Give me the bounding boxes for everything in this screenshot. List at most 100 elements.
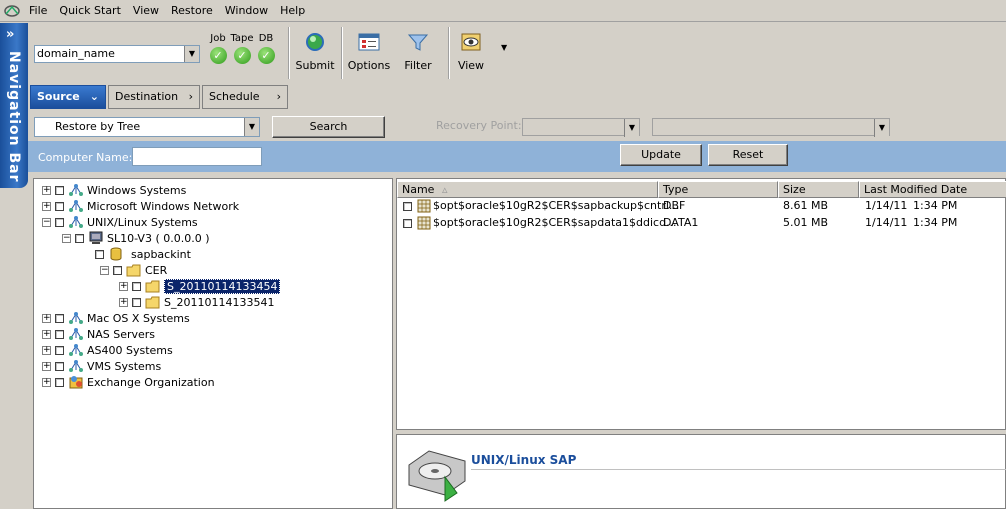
options-label: Options — [347, 59, 391, 72]
checkbox[interactable] — [132, 297, 141, 307]
column-header-type[interactable]: Type — [658, 181, 778, 198]
checkbox[interactable] — [132, 281, 141, 291]
tree-node-exchange-organization[interactable]: + Exchange Organization — [42, 374, 215, 390]
tree-node-microsoft-windows-network[interactable]: + Microsoft Windows Network — [42, 198, 239, 214]
options-button[interactable]: Options — [346, 29, 392, 75]
menu-file[interactable]: File — [23, 0, 53, 22]
tree-node-s-20110114133454[interactable]: + S_20110114133454 — [119, 278, 281, 294]
tab-destination[interactable]: Destination › — [108, 85, 200, 109]
computer-name-label: Computer Name: — [38, 151, 133, 164]
view-button[interactable]: View — [448, 29, 494, 75]
file-name: $opt$oracle$10gR2$CER$sapbackup$cntrl... — [433, 199, 680, 212]
restore-mode-select[interactable]: Restore by Tree ▼ — [34, 117, 260, 137]
expand-icon[interactable]: + — [42, 377, 51, 387]
tree-node-label: NAS Servers — [87, 327, 156, 341]
tree-node-s-20110114133541[interactable]: + S_20110114133541 — [119, 294, 274, 310]
expand-icon[interactable]: + — [119, 281, 128, 291]
checkbox[interactable] — [55, 185, 64, 195]
filter-label: Filter — [404, 59, 432, 72]
menu-view[interactable]: View — [127, 0, 165, 22]
network-icon — [68, 199, 84, 213]
tree-node-vms-systems[interactable]: + VMS Systems — [42, 358, 161, 374]
checkbox[interactable] — [55, 201, 64, 211]
tree-node-nas-servers[interactable]: + NAS Servers — [42, 326, 155, 342]
reset-button[interactable]: Reset — [708, 144, 788, 166]
table-row[interactable]: $opt$oracle$10gR2$CER$sapbackup$cntrl...… — [403, 198, 957, 214]
collapse-icon[interactable]: − — [100, 265, 109, 275]
checkbox[interactable] — [55, 377, 64, 387]
checkbox[interactable] — [55, 313, 64, 323]
expand-icon[interactable]: + — [42, 345, 51, 355]
double-chevron-icon[interactable]: » — [6, 27, 14, 42]
tree-node-label: S_20110114133541 — [164, 295, 275, 309]
view-dropdown-icon[interactable]: ▼ — [501, 43, 507, 52]
expand-icon[interactable]: + — [42, 185, 51, 195]
toolbar: domain_name ▼ Job ✓ Tape ✓ DB ✓ Submit O… — [28, 23, 1006, 83]
computer-name-input[interactable] — [132, 147, 262, 166]
checkbox[interactable] — [55, 217, 64, 227]
expand-icon[interactable]: + — [42, 201, 51, 211]
folder-icon — [145, 279, 161, 293]
job-status-label: Job — [210, 33, 226, 44]
db-status: DB ✓ — [254, 33, 278, 64]
tab-source[interactable]: Source ⌄ — [30, 85, 106, 109]
chevron-down-icon[interactable]: ▼ — [244, 118, 259, 136]
chevron-down-icon: ⌄ — [89, 90, 99, 103]
navigation-bar[interactable]: » Navigation Bar — [0, 23, 28, 188]
checkbox[interactable] — [95, 249, 104, 259]
update-button[interactable]: Update — [620, 144, 702, 166]
expand-icon[interactable]: + — [42, 361, 51, 371]
detail-title: UNIX/Linux SAP — [471, 453, 577, 467]
network-icon — [68, 311, 84, 325]
column-header-size[interactable]: Size — [778, 181, 859, 198]
tree-node-windows-systems[interactable]: + Windows Systems — [42, 182, 186, 198]
menu-window[interactable]: Window — [219, 0, 274, 22]
table-row[interactable]: $opt$oracle$10gR2$CER$sapdata1$ddicd... … — [403, 215, 957, 231]
search-button[interactable]: Search — [272, 116, 385, 138]
file-size: 5.01 MB — [783, 216, 829, 229]
filter-button[interactable]: Filter — [395, 29, 441, 75]
toolbar-separator — [288, 27, 290, 79]
domain-select[interactable]: domain_name ▼ — [34, 45, 200, 63]
expand-icon[interactable]: + — [42, 329, 51, 339]
checkbox[interactable] — [113, 265, 122, 275]
app-icon[interactable] — [3, 2, 21, 20]
menu-quick-start[interactable]: Quick Start — [53, 0, 126, 22]
chevron-right-icon: › — [188, 90, 193, 103]
submit-icon — [304, 31, 326, 53]
folder-icon — [126, 263, 142, 277]
tab-source-label: Source — [37, 90, 80, 103]
file-name: $opt$oracle$10gR2$CER$sapdata1$ddicd... — [433, 216, 677, 229]
expand-icon[interactable]: + — [119, 297, 128, 307]
submit-button[interactable]: Submit — [292, 29, 338, 75]
source-tree: + Windows Systems + Microsoft Windows Ne… — [33, 178, 393, 509]
tree-node-as400-systems[interactable]: + AS400 Systems — [42, 342, 173, 358]
menu-restore[interactable]: Restore — [165, 0, 219, 22]
checkbox[interactable] — [55, 329, 64, 339]
column-header-name[interactable]: Name ▵ — [397, 181, 658, 198]
checkbox[interactable] — [75, 233, 84, 243]
tree-node-sl10-v3[interactable]: − SL10-V3 ( 0.0.0.0 ) — [62, 230, 210, 246]
view-label: View — [457, 59, 485, 72]
expand-icon[interactable]: + — [42, 313, 51, 323]
tree-node-mac-os-x-systems[interactable]: + Mac OS X Systems — [42, 310, 190, 326]
checkbox[interactable] — [55, 345, 64, 355]
column-header-label: Type — [663, 183, 689, 196]
menu-help[interactable]: Help — [274, 0, 311, 22]
checkbox[interactable] — [403, 218, 412, 228]
checkbox[interactable] — [403, 201, 412, 211]
collapse-icon[interactable]: − — [42, 217, 51, 227]
table-file-icon — [416, 199, 432, 213]
checkbox[interactable] — [55, 361, 64, 371]
collapse-icon[interactable]: − — [62, 233, 71, 243]
folder-icon — [145, 295, 161, 309]
tree-node-sapbackint[interactable]: sapbackint — [95, 246, 191, 262]
network-icon — [68, 343, 84, 357]
column-header-date[interactable]: Last Modified Date — [859, 181, 1006, 198]
restore-mode-value: Restore by Tree — [55, 120, 141, 133]
tree-node-unix-linux-systems[interactable]: − UNIX/Linux Systems — [42, 214, 198, 230]
tree-node-cer[interactable]: − CER — [100, 262, 167, 278]
chevron-down-icon[interactable]: ▼ — [184, 46, 199, 62]
network-icon — [68, 183, 84, 197]
tab-schedule[interactable]: Schedule › — [202, 85, 288, 109]
